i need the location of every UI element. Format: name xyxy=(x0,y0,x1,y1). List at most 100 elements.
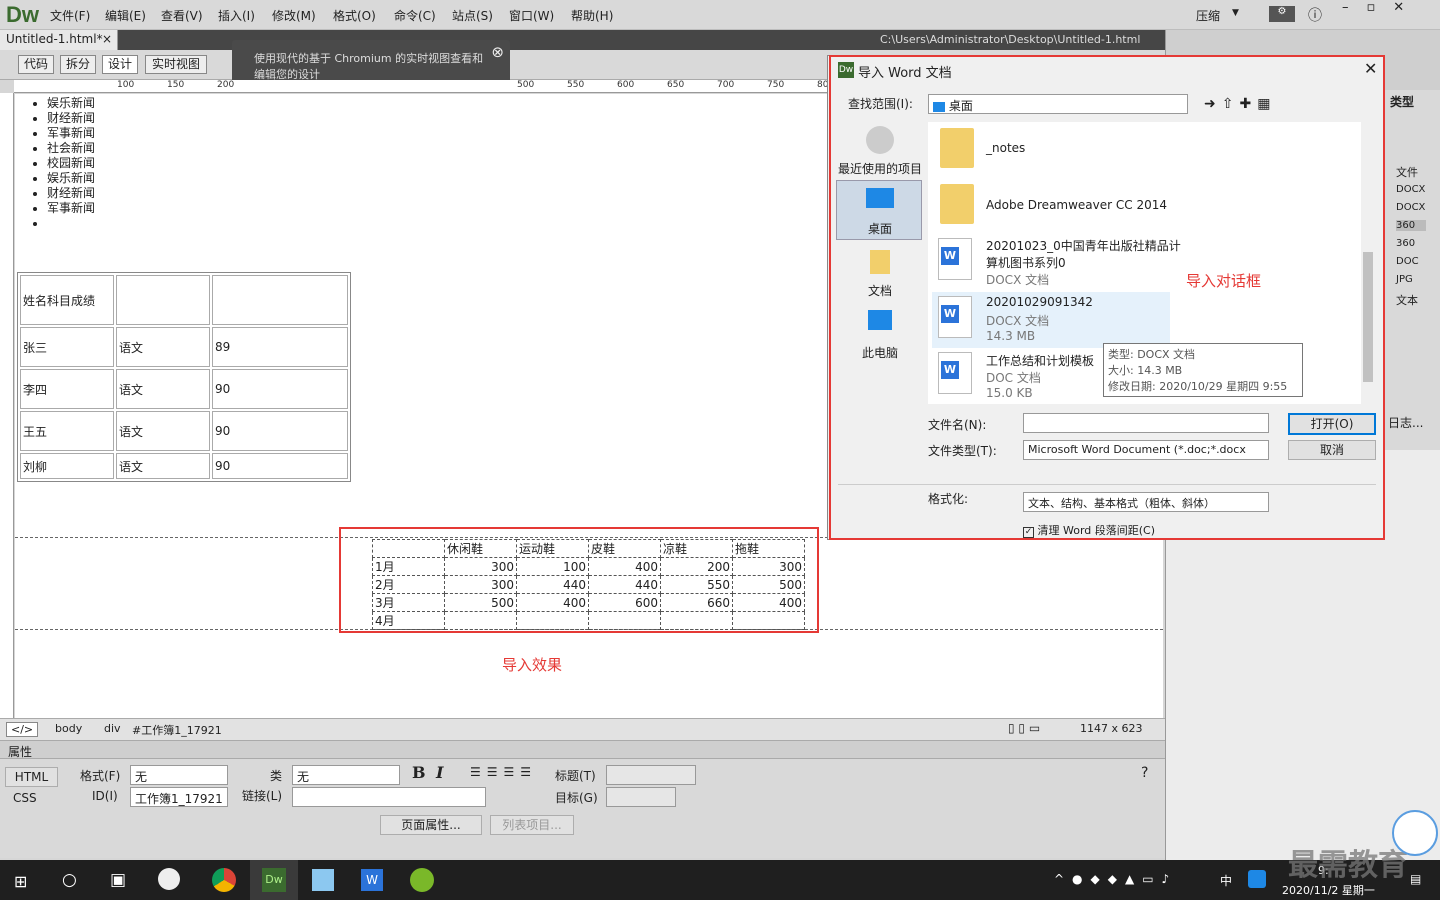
app-icon[interactable] xyxy=(312,869,334,891)
list-item: 文件 xyxy=(1396,166,1418,179)
dreamweaver-icon[interactable]: Dw xyxy=(262,868,286,892)
info-icon[interactable]: ⓘ xyxy=(1308,5,1322,25)
tag-body[interactable]: body xyxy=(55,722,82,735)
table-cell[interactable]: 王五 xyxy=(20,411,114,451)
assistant-avatar[interactable] xyxy=(1392,810,1438,856)
sync-icon[interactable]: ⚙ xyxy=(1269,6,1295,22)
italic-button[interactable]: I xyxy=(436,763,443,782)
table-cell[interactable] xyxy=(116,275,210,325)
windows-taskbar: ⊞ ○ ▣ Dw W ^●◆◆▲▭♪ 中 9: 2020/11/2 星期一 最需… xyxy=(0,848,1440,900)
qq-icon[interactable] xyxy=(1248,870,1266,888)
windows-start-icon[interactable]: ⊞ xyxy=(14,872,27,891)
menu-window[interactable]: 窗口(W) xyxy=(509,7,554,24)
list-item[interactable]: 财经新闻 xyxy=(47,186,95,201)
help-icon[interactable]: ? xyxy=(1141,765,1148,781)
task-view-icon[interactable]: ▣ xyxy=(110,870,126,890)
list-item[interactable]: 军事新闻 xyxy=(47,126,95,141)
word-icon[interactable]: W xyxy=(361,869,383,891)
list-item[interactable] xyxy=(47,216,95,231)
document-tab[interactable]: Untitled-1.html* × xyxy=(0,30,118,50)
menu-bar: Dw 文件(F) 编辑(E) 查看(V) 插入(I) 修改(M) 格式(O) 命… xyxy=(0,0,1440,30)
code-view-button[interactable]: 代码 xyxy=(18,55,54,74)
split-view-button[interactable]: 拆分 xyxy=(60,55,96,74)
watermark: 最需教育 xyxy=(1288,848,1408,883)
table-cell[interactable]: 语文 xyxy=(116,453,210,479)
menu-edit[interactable]: 编辑(E) xyxy=(105,7,146,24)
table-cell[interactable]: 90 xyxy=(212,369,348,409)
code-icon[interactable]: </> xyxy=(6,722,39,737)
html-mode-button[interactable]: HTML xyxy=(5,767,58,787)
menu-format[interactable]: 格式(O) xyxy=(333,7,376,24)
close-icon[interactable]: ⊗ xyxy=(491,43,504,61)
bold-button[interactable]: B xyxy=(412,763,426,782)
design-view-button[interactable]: 设计 xyxy=(102,55,138,74)
properties-panel: 属性 HTML CSS 格式(F) 无 ID(I) 工作簿1_17921 类 无… xyxy=(0,740,1165,858)
document-path: C:\Users\Administrator\Desktop\Untitled-… xyxy=(880,33,1141,46)
menu-file[interactable]: 文件(F) xyxy=(50,7,90,24)
list-item: DOCX xyxy=(1396,184,1426,195)
table-cell[interactable]: 90 xyxy=(212,453,348,479)
table-cell[interactable]: 刘柳 xyxy=(20,453,114,479)
id-select[interactable]: 工作簿1_17921 xyxy=(130,787,228,807)
format-select[interactable]: 无 xyxy=(130,765,228,785)
menu-help[interactable]: 帮助(H) xyxy=(571,7,613,24)
dialog-highlight-box xyxy=(829,55,1385,540)
table-cell[interactable]: 语文 xyxy=(116,327,210,367)
type-column-header[interactable]: 类型 xyxy=(1390,93,1414,110)
chrome-icon[interactable] xyxy=(212,868,236,892)
workspace-select[interactable]: 压缩 xyxy=(1196,7,1220,24)
notification-icon[interactable]: ▤ xyxy=(1410,872,1421,886)
window-size[interactable]: 1147 x 623 xyxy=(1080,722,1143,735)
chevron-down-icon[interactable]: ▼ xyxy=(1232,8,1239,18)
app-icon[interactable] xyxy=(158,868,180,890)
live-view-button[interactable]: 实时视图 xyxy=(145,55,207,74)
page-properties-button[interactable]: 页面属性... xyxy=(380,815,482,835)
table-cell[interactable]: 89 xyxy=(212,327,348,367)
clock-date[interactable]: 2020/11/2 星期一 xyxy=(1282,882,1375,898)
table-cell[interactable]: 姓名科目成绩 xyxy=(20,275,114,325)
tooltip-text: 使用现代的基于 Chromium 的实时视图查看和编辑您的设计 xyxy=(254,52,484,81)
menu-insert[interactable]: 插入(I) xyxy=(218,7,255,24)
close-icon[interactable]: × xyxy=(102,32,112,46)
table-cell[interactable] xyxy=(212,275,348,325)
tray-icons[interactable]: ^●◆◆▲▭♪ xyxy=(1054,872,1177,886)
list-item-button[interactable]: 列表项目... xyxy=(490,815,574,835)
tag-id[interactable]: #工作簿1_17921 xyxy=(132,722,222,738)
list-item[interactable]: 娱乐新闻 xyxy=(47,171,95,186)
list-item: DOC xyxy=(1396,256,1419,267)
ruler-label: 700 xyxy=(717,80,735,90)
app-icon[interactable] xyxy=(410,868,434,892)
list-item[interactable]: 财经新闻 xyxy=(47,111,95,126)
class-label: 类 xyxy=(270,769,283,783)
ime-indicator[interactable]: 中 xyxy=(1220,872,1232,889)
window-controls[interactable]: –▫✕ xyxy=(1332,0,1440,20)
table-cell[interactable]: 语文 xyxy=(116,411,210,451)
search-icon[interactable]: ○ xyxy=(62,870,77,890)
list-item[interactable]: 娱乐新闻 xyxy=(47,96,95,111)
tag-div[interactable]: div xyxy=(104,722,121,735)
table-cell[interactable]: 李四 xyxy=(20,369,114,409)
css-mode-button[interactable]: CSS xyxy=(13,791,37,805)
menu-site[interactable]: 站点(S) xyxy=(452,7,493,24)
target-select[interactable] xyxy=(606,787,676,807)
link-input[interactable] xyxy=(292,787,486,807)
id-label: ID(I) xyxy=(92,789,118,803)
score-table[interactable]: 姓名科目成绩 张三 语文 89 李四 语文 90 王五 语文 90 刘柳 语文 90 xyxy=(17,272,351,482)
list-item[interactable]: 军事新闻 xyxy=(47,201,95,216)
target-label: 目标(G) xyxy=(555,791,598,805)
menu-modify[interactable]: 修改(M) xyxy=(272,7,316,24)
title-input[interactable] xyxy=(606,765,696,785)
menu-view[interactable]: 查看(V) xyxy=(161,7,203,24)
device-icons[interactable]: ▯ ▯ ▭ xyxy=(1008,721,1040,735)
menu-command[interactable]: 命令(C) xyxy=(394,7,436,24)
ruler-label: 500 xyxy=(517,80,535,90)
log-button[interactable]: 日志... xyxy=(1388,414,1423,431)
table-cell[interactable]: 90 xyxy=(212,411,348,451)
list-item[interactable]: 校园新闻 xyxy=(47,156,95,171)
format-label: 格式(F) xyxy=(80,769,121,783)
table-cell[interactable]: 张三 xyxy=(20,327,114,367)
table-cell[interactable]: 语文 xyxy=(116,369,210,409)
class-select[interactable]: 无 xyxy=(292,765,400,785)
list-icons[interactable]: ☰☰☰☰ xyxy=(470,765,537,779)
list-item[interactable]: 社会新闻 xyxy=(47,141,95,156)
